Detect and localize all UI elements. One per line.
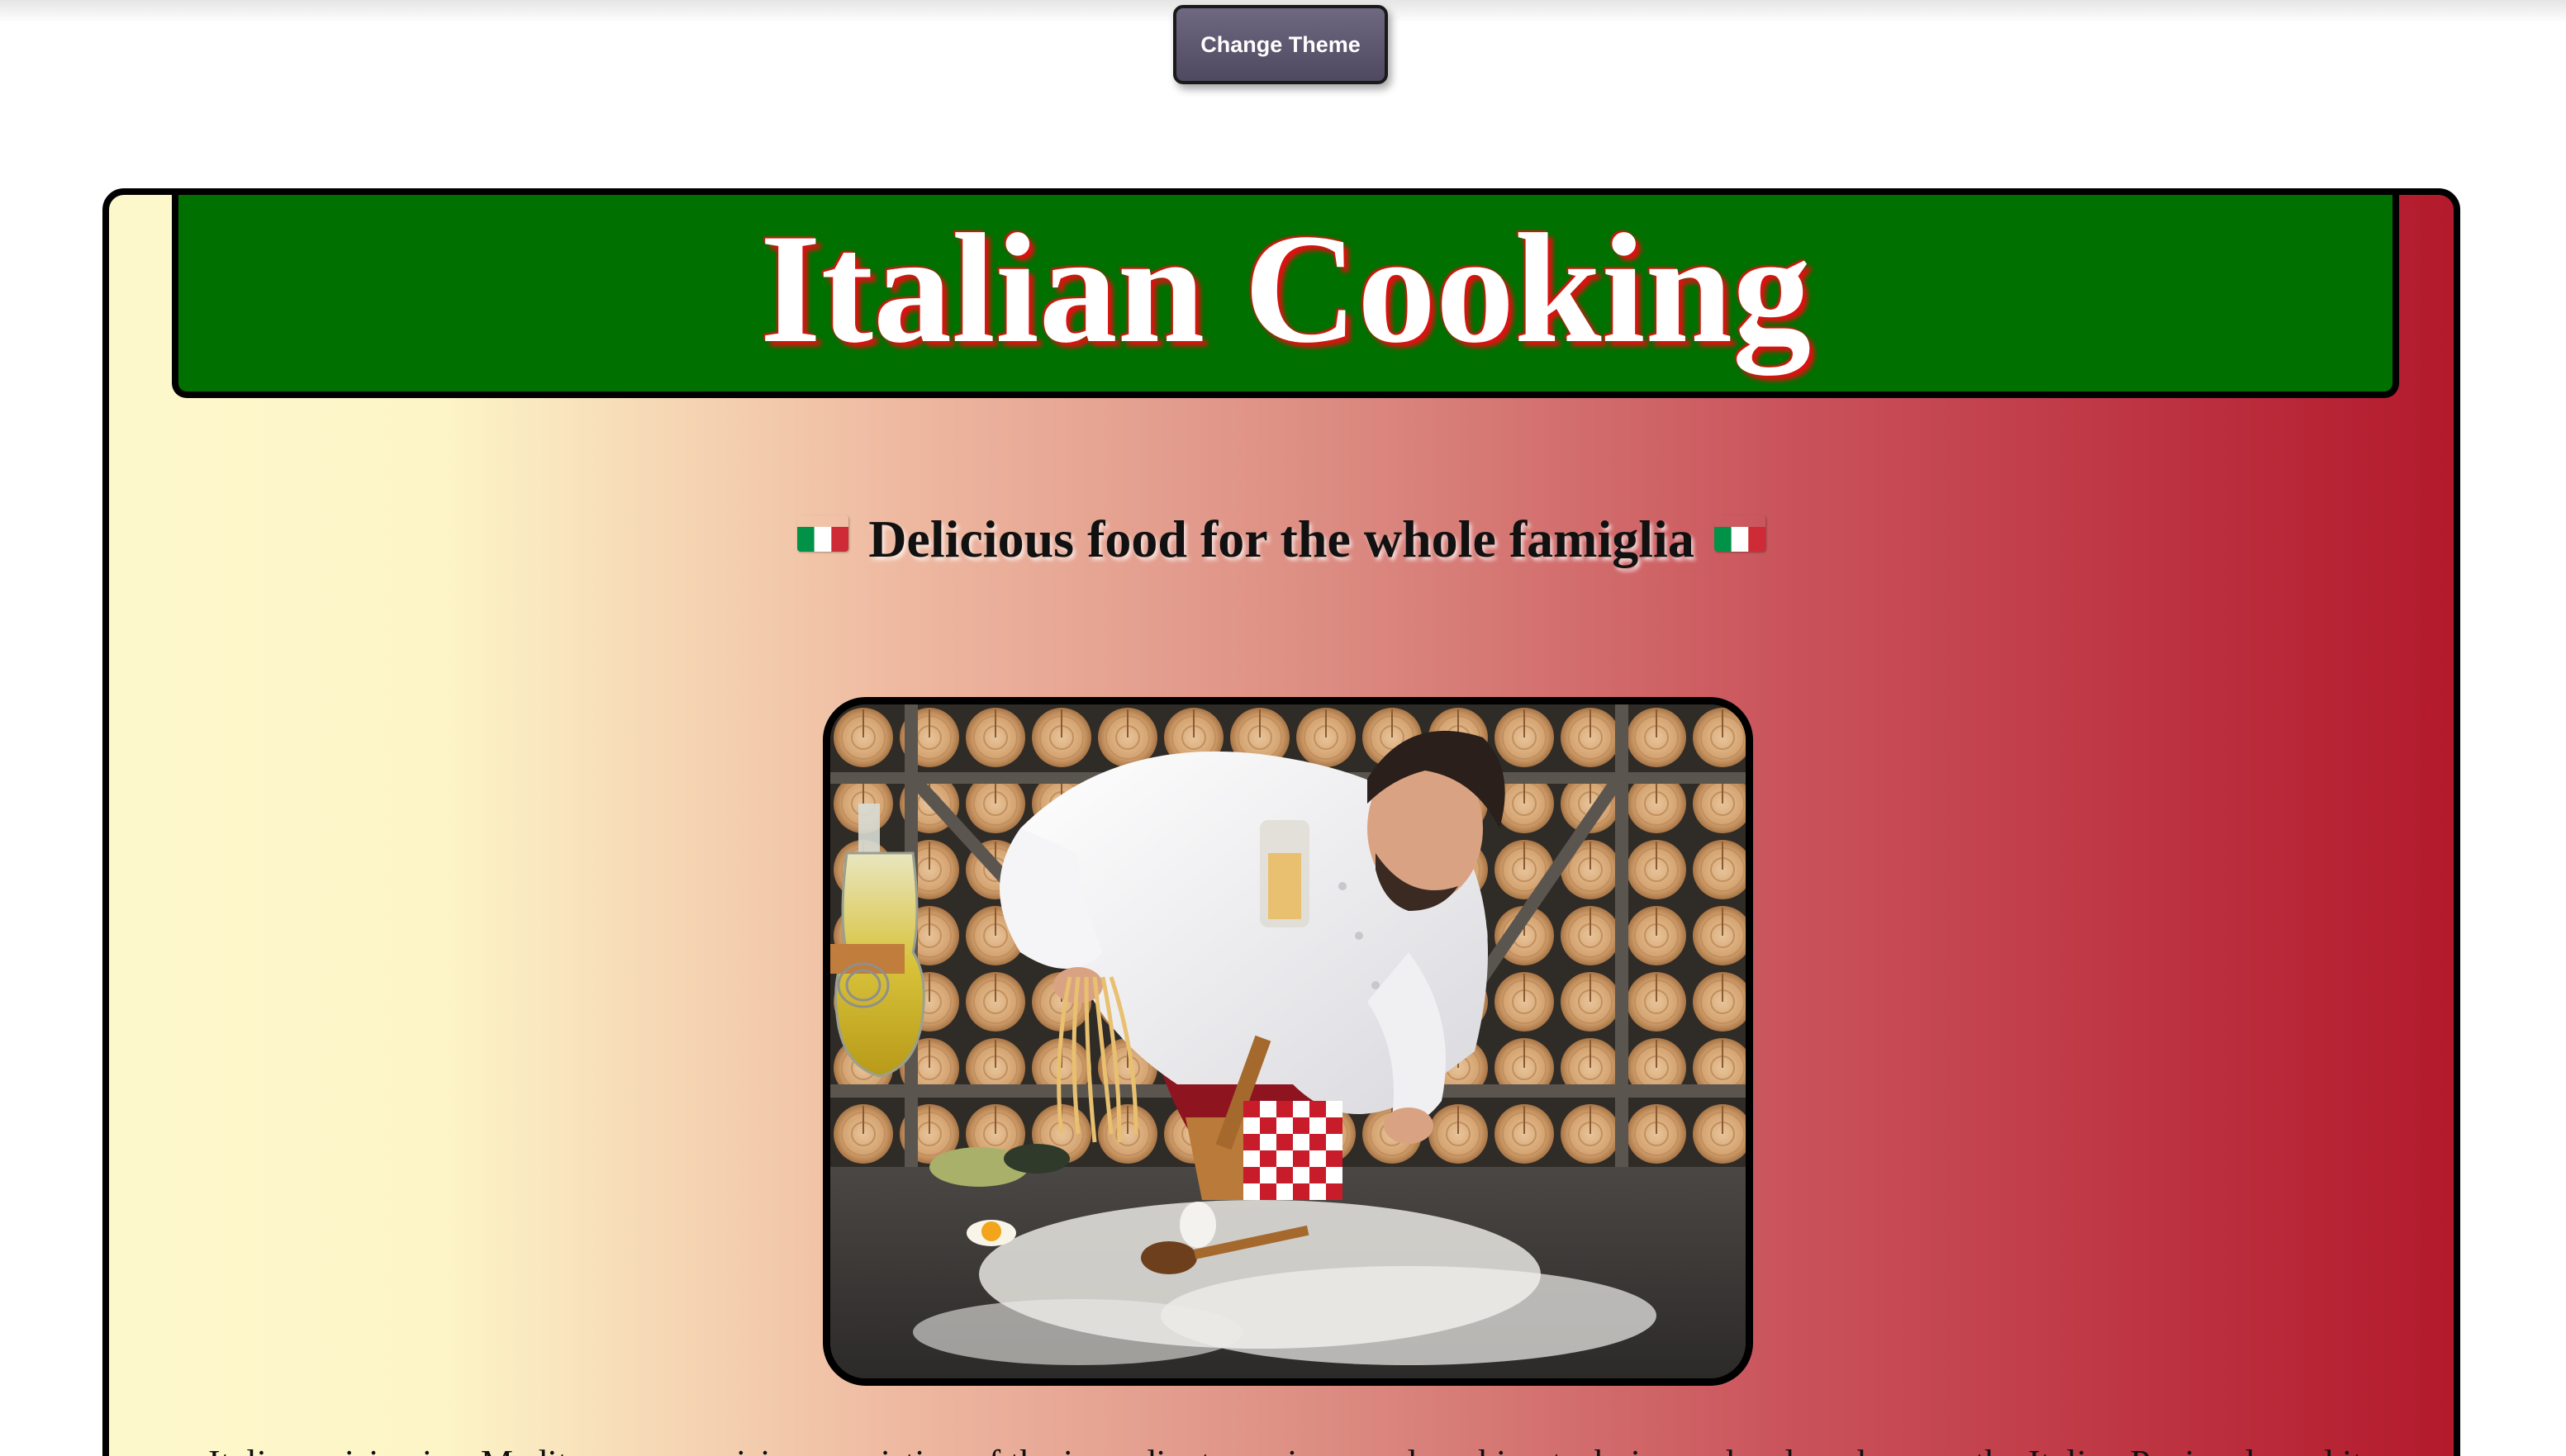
change-theme-button[interactable]: Change Theme (1173, 5, 1388, 84)
title-banner: Italian Cooking (172, 195, 2399, 398)
italy-flag-icon (1713, 515, 1765, 552)
main-card: Italian Cooking Delicious food for the w… (102, 188, 2460, 1456)
chef-pasta-photo (823, 697, 1753, 1386)
subtitle-line: Delicious food for the whole famiglia (109, 509, 2454, 570)
intro-paragraph: Italian cuisine is a Mediterranean cuisi… (208, 1442, 2373, 1456)
page-title: Italian Cooking (759, 202, 1812, 376)
chef-making-pasta-illustration (830, 704, 1746, 1378)
italy-flag-icon (797, 515, 849, 552)
subtitle-text: Delicious food for the whole famiglia (868, 510, 1694, 568)
